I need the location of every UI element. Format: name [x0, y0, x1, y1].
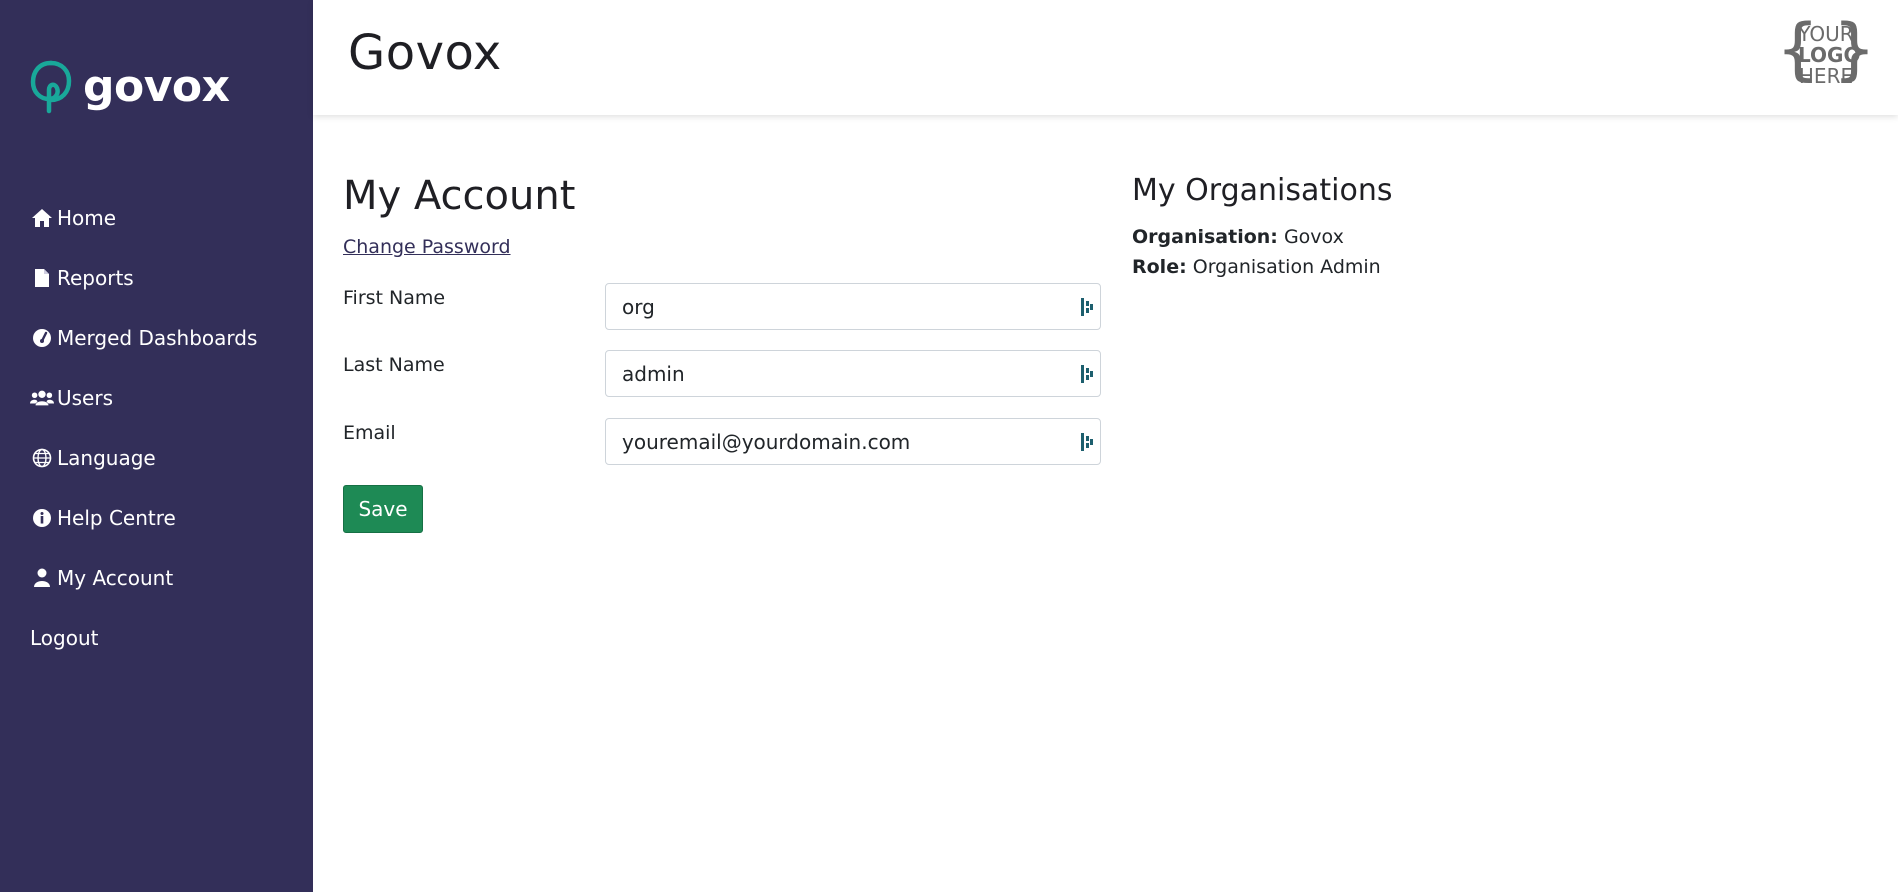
last-name-label: Last Name [343, 354, 445, 376]
first-name-label: First Name [343, 287, 446, 309]
organisation-key: Organisation: [1132, 226, 1278, 248]
password-manager-icon[interactable] [1080, 432, 1094, 456]
brand-name: govox [83, 61, 230, 112]
users-icon [30, 386, 54, 410]
sidebar-item-label: Logout [30, 626, 99, 650]
sidebar-item-logout[interactable]: Logout [0, 608, 313, 668]
app-title: Govox [348, 25, 502, 81]
sidebar-item-label: My Account [57, 566, 174, 590]
sidebar-item-home[interactable]: Home [0, 188, 313, 248]
page-title: My Account [343, 173, 576, 219]
first-name-field[interactable] [605, 283, 1101, 330]
sidebar-item-label: Home [57, 206, 117, 230]
sidebar-item-reports[interactable]: Reports [0, 248, 313, 308]
main-content: My Account Change Password First Name La… [343, 115, 1898, 892]
sidebar-item-label: Users [57, 386, 114, 410]
role-value: Organisation Admin [1192, 256, 1381, 278]
app-window: govox Home Reports Merged Dashboards Use… [0, 0, 1898, 892]
email-field[interactable] [605, 418, 1101, 465]
sidebar-item-label: Merged Dashboards [57, 326, 258, 350]
gauge-icon [30, 326, 54, 350]
password-manager-icon[interactable] [1080, 297, 1094, 321]
govox-logo-icon [30, 60, 72, 114]
info-icon [30, 506, 54, 530]
sidebar-item-users[interactable]: Users [0, 368, 313, 428]
change-password-link[interactable]: Change Password [343, 236, 511, 258]
user-icon [30, 566, 54, 590]
sidebar: govox Home Reports Merged Dashboards Use… [0, 0, 313, 892]
sidebar-item-merged-dashboards[interactable]: Merged Dashboards [0, 308, 313, 368]
top-header: Govox { YOUR LOGO HERE } [313, 0, 1898, 115]
globe-icon [30, 446, 54, 470]
first-name-row: First Name [343, 283, 1101, 331]
sidebar-item-language[interactable]: Language [0, 428, 313, 488]
last-name-field[interactable] [605, 350, 1101, 397]
sidebar-item-label: Help Centre [57, 506, 176, 530]
customer-logo-placeholder: { YOUR LOGO HERE } [1776, 16, 1876, 92]
organisation-line: Organisation: Govox [1132, 222, 1732, 252]
sidebar-nav: Home Reports Merged Dashboards Users Lan… [0, 188, 313, 668]
last-name-row: Last Name [343, 350, 1101, 398]
save-button[interactable]: Save [343, 485, 423, 533]
my-organisations-panel: My Organisations Organisation: Govox Rol… [1132, 173, 1732, 282]
email-row: Email [343, 418, 1101, 466]
sidebar-item-label: Reports [57, 266, 134, 290]
password-manager-icon[interactable] [1080, 364, 1094, 388]
sidebar-item-my-account[interactable]: My Account [0, 548, 313, 608]
role-key: Role: [1132, 256, 1187, 278]
email-label: Email [343, 422, 396, 444]
role-line: Role: Organisation Admin [1132, 252, 1732, 282]
home-icon [30, 206, 54, 230]
file-icon [30, 266, 54, 290]
sidebar-item-label: Language [57, 446, 156, 470]
brand-logo[interactable]: govox [29, 58, 230, 116]
organisations-title: My Organisations [1132, 173, 1393, 208]
sidebar-item-help-centre[interactable]: Help Centre [0, 488, 313, 548]
brace-right: } [1832, 10, 1876, 89]
organisation-value: Govox [1283, 226, 1344, 248]
